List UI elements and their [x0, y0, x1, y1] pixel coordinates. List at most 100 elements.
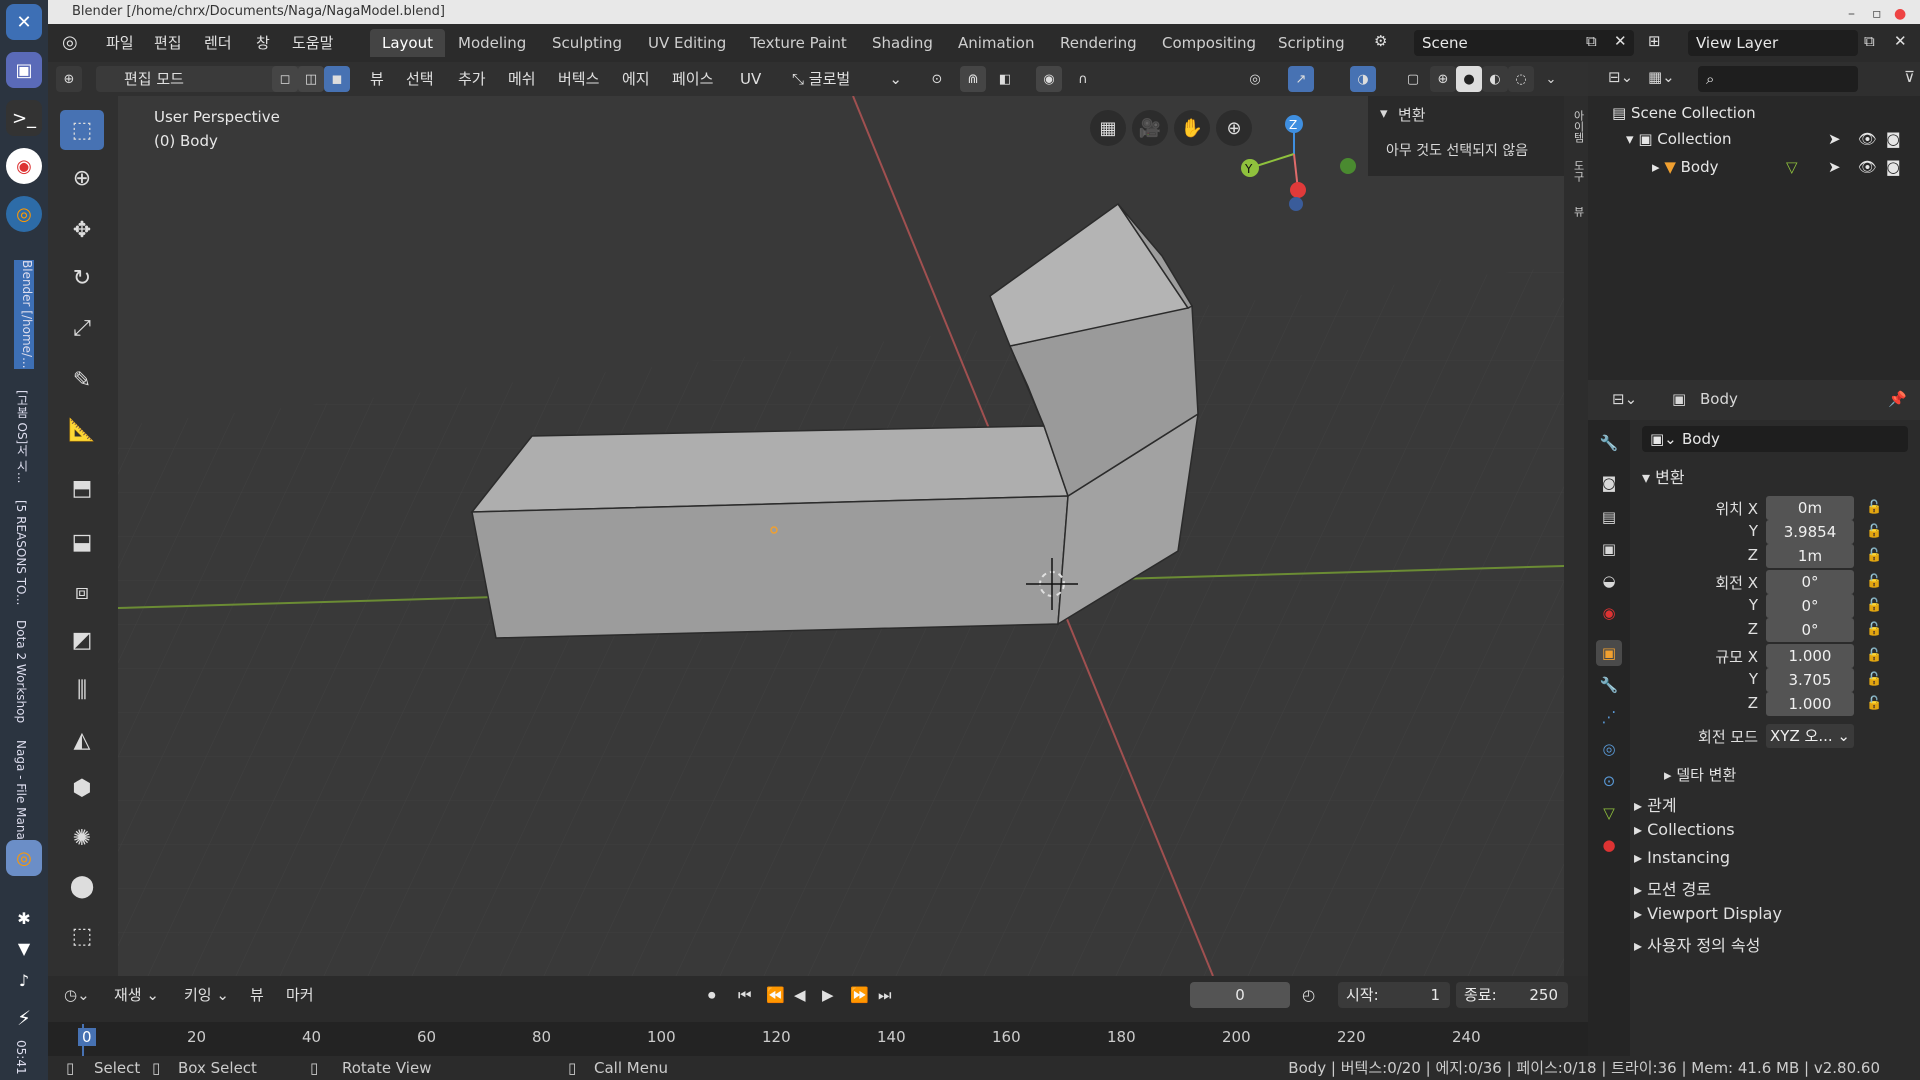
output-props-icon[interactable]: ▤	[1596, 504, 1622, 530]
section-custom-properties[interactable]: ▸ 사용자 정의 속성	[1634, 932, 1760, 956]
tab-layout[interactable]: Layout	[370, 29, 445, 57]
render-props-icon[interactable]: ◙	[1596, 470, 1622, 496]
terminal-icon[interactable]: >_	[6, 100, 42, 136]
next-keyframe-icon[interactable]: ⏩	[850, 982, 869, 1008]
modifier-props-icon[interactable]: 🔧	[1596, 672, 1622, 698]
measure-icon[interactable]: 📐	[60, 410, 104, 450]
scale-icon[interactable]: ⤢	[60, 308, 104, 348]
camera-view-icon[interactable]: 🎥	[1132, 110, 1168, 146]
npanel-title[interactable]: 변환	[1398, 104, 1426, 125]
scale-x-field[interactable]: 1.000	[1766, 644, 1854, 668]
solid-shading-icon[interactable]: ●	[1456, 66, 1482, 92]
playback-menu[interactable]: 재생 ⌄	[114, 982, 159, 1008]
jump-end-icon[interactable]: ⏭	[878, 982, 892, 1008]
inset-icon[interactable]: ⧈	[60, 572, 104, 612]
tab-scripting[interactable]: Scripting	[1266, 29, 1357, 57]
jump-start-icon[interactable]: ⏮	[738, 982, 752, 1008]
rotation-x-field[interactable]: 0°	[1766, 570, 1854, 594]
mesh-data-icon[interactable]: ▽	[1786, 154, 1798, 180]
task-browser[interactable]: [고봄 OS]서 시...	[14, 390, 31, 484]
menu-render[interactable]: 렌더	[204, 32, 232, 53]
section-motion-paths[interactable]: ▸ 모션 경로	[1634, 876, 1711, 900]
prev-keyframe-icon[interactable]: ⏪	[766, 982, 785, 1008]
task-dota[interactable]: Dota 2 Workshop	[14, 620, 28, 723]
visibility-icon[interactable]: ◎	[1242, 66, 1268, 92]
maximize-icon[interactable]: ▫	[1872, 2, 1882, 26]
app-launcher-icon[interactable]: ✕	[6, 4, 42, 40]
new-view-layer-icon[interactable]: ⧉	[1864, 32, 1875, 50]
pan-hand-icon[interactable]: ✋	[1174, 110, 1210, 146]
close-icon[interactable]: ●	[1894, 2, 1906, 26]
location-x-field[interactable]: 0m	[1766, 496, 1854, 520]
timeline-marker-menu[interactable]: 마커	[286, 982, 314, 1008]
pin-icon[interactable]: 📌	[1888, 390, 1907, 408]
tab-compositing[interactable]: Compositing	[1150, 29, 1268, 57]
sidebar-tab-item[interactable]: 아이템	[1566, 110, 1586, 150]
cursor-icon[interactable]: ⊕	[60, 158, 104, 198]
grid-view-icon[interactable]: ▦	[1090, 110, 1126, 146]
poly-build-icon[interactable]: ⬢	[60, 768, 104, 808]
wireframe-shading-icon[interactable]: ⊕	[1430, 66, 1456, 92]
smooth-icon[interactable]: ⬤	[60, 866, 104, 906]
constraints-props-icon[interactable]: ⊙	[1596, 768, 1622, 794]
lock-icon[interactable]: 🔓	[1866, 672, 1882, 687]
rotate-icon[interactable]: ↻	[60, 258, 104, 298]
object-props-icon[interactable]: ▣	[1596, 640, 1622, 666]
outliner-filter-icon[interactable]: ▦⌄	[1648, 68, 1675, 86]
lock-icon[interactable]: 🔓	[1866, 548, 1882, 563]
scene-icon[interactable]: ⚙	[1374, 32, 1387, 50]
menu-edit[interactable]: 편집	[154, 32, 182, 53]
face-select-icon[interactable]: ◼	[324, 66, 350, 92]
section-delta-transform[interactable]: ▸ 델타 변환	[1664, 764, 1736, 785]
section-viewport-display[interactable]: ▸ Viewport Display	[1634, 904, 1782, 923]
mesh-data-props-icon[interactable]: ▽	[1596, 800, 1622, 826]
eye-icon[interactable]: 👁	[1858, 126, 1877, 152]
select-arrow-icon[interactable]: ➤	[1828, 154, 1841, 180]
blender-icon[interactable]: ◎	[6, 196, 42, 232]
header-menu-view[interactable]: 뷰	[370, 66, 384, 92]
rendered-shading-icon[interactable]: ◌	[1508, 66, 1534, 92]
tab-uv-editing[interactable]: UV Editing	[636, 29, 738, 57]
particles-props-icon[interactable]: ⋰	[1596, 704, 1622, 730]
tab-rendering[interactable]: Rendering	[1048, 29, 1149, 57]
location-y-field[interactable]: 3.9854	[1766, 520, 1854, 544]
zoom-icon[interactable]: ⊕	[1216, 110, 1252, 146]
wifi-icon[interactable]: ▼	[6, 930, 42, 966]
snap-icon[interactable]: ⋒	[960, 66, 986, 92]
tool-props-icon[interactable]: 🔧	[1596, 430, 1622, 456]
rotation-y-field[interactable]: 0°	[1766, 594, 1854, 618]
pivot-icon[interactable]: ⊙	[924, 66, 950, 92]
section-collections[interactable]: ▸ Collections	[1634, 820, 1735, 839]
header-menu-face[interactable]: 페이스	[672, 66, 713, 92]
camera-render-icon[interactable]: ◙	[1886, 154, 1901, 180]
datablock-field[interactable]: ▣⌄ Body	[1642, 426, 1908, 452]
section-relations[interactable]: ▸ 관계	[1634, 792, 1677, 816]
extrude-icon[interactable]: ⬓	[60, 522, 104, 562]
select-box-icon[interactable]: ⬚	[60, 110, 104, 150]
rotation-mode-dropdown[interactable]: XYZ 오... ⌄	[1766, 724, 1854, 748]
lock-icon[interactable]: 🔓	[1866, 574, 1882, 589]
overlay-toggle-icon[interactable]: ◑	[1350, 66, 1376, 92]
volume-icon[interactable]: ♪	[6, 962, 42, 998]
current-frame-field[interactable]: 0	[1190, 982, 1290, 1008]
material-shading-icon[interactable]: ◐	[1482, 66, 1508, 92]
orientation-selector[interactable]: ⤡ 글로벌 ⌄	[792, 66, 902, 92]
tab-texture-paint[interactable]: Texture Paint	[738, 29, 859, 57]
timeline-view-menu[interactable]: 뷰	[250, 982, 264, 1008]
outliner-body-object[interactable]: ▸ ▼ Body ▽ ➤ 👁 ◙	[1588, 154, 1920, 180]
minimize-icon[interactable]: –	[1848, 2, 1855, 26]
header-menu-mesh[interactable]: 메쉬	[508, 66, 536, 92]
new-scene-icon[interactable]: ⧉	[1586, 32, 1597, 50]
header-menu-add[interactable]: 추가	[458, 66, 486, 92]
falloff-icon[interactable]: ∩	[1070, 66, 1096, 92]
menu-help[interactable]: 도움말	[292, 32, 333, 53]
header-menu-vertex[interactable]: 버텍스	[558, 66, 599, 92]
editor-type-icon[interactable]: ⊕	[56, 66, 82, 92]
outliner-scene-collection[interactable]: ▤ Scene Collection	[1588, 100, 1920, 126]
view-layer-props-icon[interactable]: ▣	[1596, 536, 1622, 562]
outliner-display-icon[interactable]: ⊟⌄	[1608, 68, 1633, 86]
start-frame-field[interactable]: 시작: 1	[1338, 982, 1450, 1008]
section-instancing[interactable]: ▸ Instancing	[1634, 848, 1730, 867]
task-blender[interactable]: Blender [/home/...	[14, 260, 34, 369]
remove-view-layer-icon[interactable]: ✕	[1894, 32, 1907, 50]
